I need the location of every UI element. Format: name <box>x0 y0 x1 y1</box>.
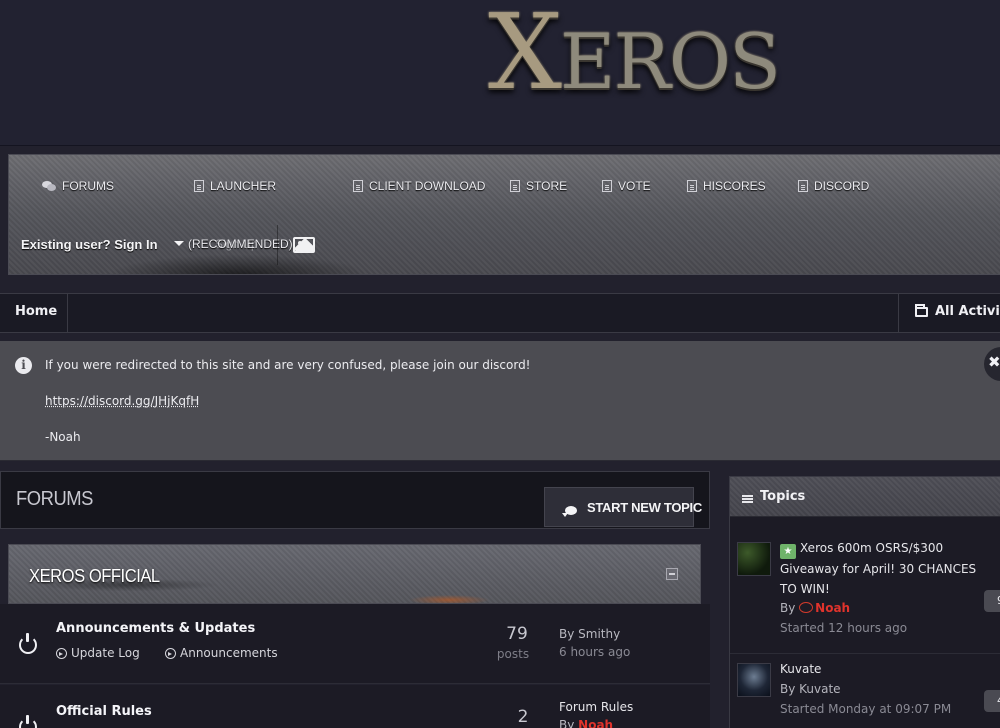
nav-hiscores[interactable]: HISCORES <box>687 177 766 195</box>
page-title: FORUMS <box>16 488 93 510</box>
nav-store[interactable]: STORE <box>510 177 567 195</box>
power-icon <box>19 633 37 654</box>
last-post-title[interactable]: Forum Rules <box>559 700 633 714</box>
forum-title[interactable]: Announcements & Updates <box>56 621 255 636</box>
nav-forums-label: FORUMS <box>62 179 114 193</box>
post-count-label: posts <box>496 647 530 661</box>
forums-header: FORUMS START NEW TOPIC <box>0 471 710 529</box>
close-icon[interactable]: ✖ <box>984 347 1000 381</box>
all-activity-link[interactable]: All Activity <box>898 294 1000 332</box>
document-icon <box>798 180 808 192</box>
topic-title[interactable]: Kuvate <box>780 659 821 679</box>
topic-started: Started 12 hours ago <box>780 621 908 635</box>
topic-author[interactable]: By Noah <box>780 601 850 615</box>
last-post-author[interactable]: By Smithy <box>559 627 620 641</box>
topic-title-text: Xeros 600m OSRS/$300 Giveaway for April!… <box>780 541 977 596</box>
nav-discord-label: DISCORD <box>814 179 870 193</box>
power-icon <box>19 715 37 728</box>
topic-author[interactable]: By Kuvate <box>780 682 841 696</box>
main-navigation: FORUMS LAUNCHER CLIENT DOWNLOAD STORE VO… <box>8 154 1000 275</box>
collapse-icon[interactable] <box>666 568 678 580</box>
subforum-label: Announcements <box>180 646 278 660</box>
folder-open-icon <box>915 304 928 317</box>
widget-header: Topics <box>730 477 1000 517</box>
forum-title[interactable]: Official Rules <box>56 704 152 719</box>
site-header: XEROS <box>0 0 1000 146</box>
subforum-icon <box>56 647 67 659</box>
widget-title: Topics <box>760 489 806 504</box>
chevron-down-icon[interactable] <box>174 241 184 246</box>
nav-client-download-label: CLIENT DOWNLOAD <box>369 179 486 193</box>
sign-in-link[interactable]: Existing user? Sign In <box>21 237 158 252</box>
forum-row: Announcements & Updates Update Log Annou… <box>0 604 710 684</box>
topic-title[interactable]: ★ Xeros 600m OSRS/$300 Giveaway for April… <box>780 538 990 599</box>
nav-vote[interactable]: VOTE <box>602 177 651 195</box>
xeros-logo[interactable]: XEROS <box>488 0 788 106</box>
category-header: XEROS OFFICIAL <box>8 544 701 604</box>
announcement-text: If you were redirected to this site and … <box>45 358 531 372</box>
nav-launcher[interactable]: LAUNCHER <box>194 177 276 195</box>
topics-widget: Topics ★ Xeros 600m OSRS/$300 Giveaway fo… <box>729 476 1000 728</box>
avatar[interactable] <box>737 663 771 697</box>
by-prefix: By <box>559 718 579 728</box>
nav-forums[interactable]: FORUMS <box>42 177 114 195</box>
pinned-icon: ★ <box>780 544 796 559</box>
announcement-signature: -Noah <box>45 430 81 444</box>
nav-store-label: STORE <box>526 179 568 193</box>
divider <box>730 653 1000 654</box>
subforum-icon <box>165 647 176 659</box>
all-activity-label: All Activity <box>935 304 1000 319</box>
by-prefix: By <box>559 627 579 641</box>
reply-count-badge: 4 <box>984 690 1000 712</box>
by-prefix: By <box>780 601 800 615</box>
avatar[interactable] <box>737 542 771 576</box>
document-icon <box>510 180 520 192</box>
user-rank-icon <box>799 602 814 613</box>
document-icon <box>353 180 363 192</box>
last-post-time: 6 hours ago <box>559 645 631 659</box>
category-title[interactable]: XEROS OFFICIAL <box>29 566 160 587</box>
document-icon <box>687 180 697 192</box>
nav-client-download[interactable]: CLIENT DOWNLOAD <box>353 177 485 195</box>
start-new-topic-button[interactable]: START NEW TOPIC <box>544 487 702 527</box>
subforum-label: Update Log <box>71 646 140 660</box>
subforum-link[interactable]: Update Log <box>56 646 140 660</box>
author-name[interactable]: Smithy <box>578 627 620 641</box>
forum-row: Official Rules 2 Forum Rules By Noah <box>0 685 710 728</box>
author-name[interactable]: Noah <box>578 718 613 728</box>
nav-launcher-label: LAUNCHER <box>210 179 277 193</box>
start-new-topic-label: START NEW TOPIC <box>587 500 702 515</box>
nav-vote-label: VOTE <box>618 179 651 193</box>
announcement-banner: i If you were redirected to this site an… <box>0 341 1000 461</box>
breadcrumb-home[interactable]: Home <box>0 294 68 332</box>
document-icon <box>602 180 612 192</box>
comments-icon <box>562 506 577 517</box>
info-icon: i <box>15 357 32 374</box>
image-icon[interactable] <box>293 237 315 253</box>
nav-divider <box>277 225 278 265</box>
discord-invite-link[interactable]: https://discord.gg/JHjKqfH <box>45 394 199 408</box>
document-icon <box>194 180 204 192</box>
nav-hiscores-label: HISCORES <box>703 179 766 193</box>
comments-icon <box>42 181 56 191</box>
reply-count-badge: 9 <box>984 590 1000 612</box>
author-name[interactable]: Noah <box>815 601 850 615</box>
list-icon <box>742 495 753 504</box>
post-count: 79 <box>506 624 528 644</box>
last-post-author[interactable]: By Noah <box>559 718 613 728</box>
topic-started: Started Monday at 09:07 PM <box>780 702 952 716</box>
subforum-link[interactable]: Announcements <box>165 646 278 660</box>
post-count: 2 <box>517 707 529 727</box>
nav-discord[interactable]: DISCORD <box>798 177 869 195</box>
breadcrumb: Home All Activity <box>0 293 1000 333</box>
